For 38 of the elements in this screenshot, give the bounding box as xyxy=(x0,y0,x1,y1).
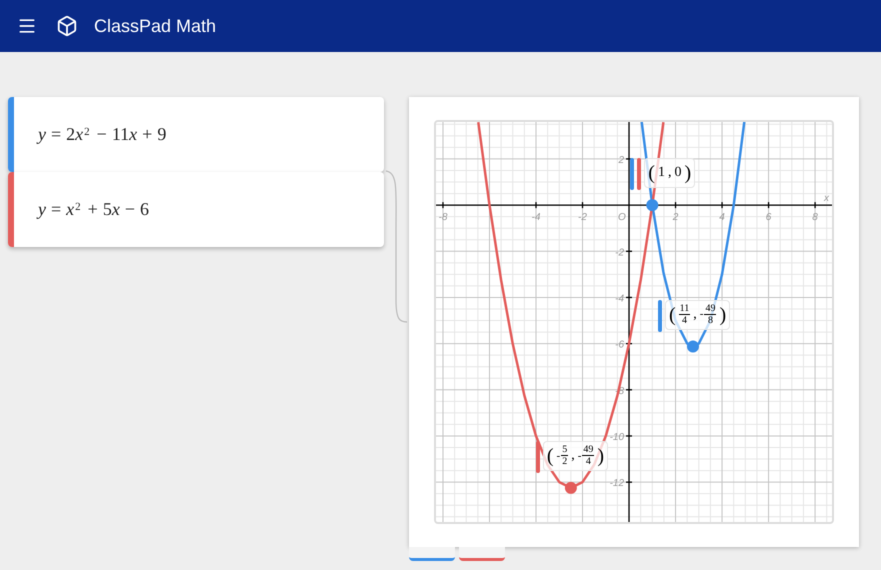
x-tick-label: 2 xyxy=(672,212,678,224)
equation-card[interactable]: y = 2x$^{2}$ − 11x + 9 xyxy=(8,97,384,172)
x-tick-label: -4 xyxy=(532,212,540,224)
y-tick-label: -10 xyxy=(610,432,624,443)
coordinate-value: 1 xyxy=(658,166,665,180)
app-title: ClassPad Math xyxy=(94,14,216,38)
bracket: ) xyxy=(597,446,604,466)
y-tick-label: -12 xyxy=(610,478,624,490)
x-tick-label: -8 xyxy=(438,212,448,224)
graph-tab[interactable] xyxy=(409,547,455,561)
bracket: ( xyxy=(648,163,655,184)
x-tick-label: 4 xyxy=(719,212,725,224)
bracket: ) xyxy=(684,163,692,184)
y-tick-label: 2 xyxy=(618,154,624,166)
point-marker[interactable] xyxy=(564,482,577,494)
y-tick-label: -4 xyxy=(615,293,624,304)
fraction: 11 4 xyxy=(678,304,690,326)
point-marker[interactable] xyxy=(686,340,699,352)
equation-card[interactable]: y = x$^{2}$ + 5x − 6 xyxy=(8,172,384,247)
y-tick-label: -6 xyxy=(615,340,624,351)
bracket: ( xyxy=(546,446,554,466)
comma-separator: , xyxy=(668,166,672,180)
x-axis-label: x xyxy=(824,193,829,204)
equation-text: y = x$^{2}$ + 5x − 6 xyxy=(38,198,149,221)
x-tick-label: 6 xyxy=(766,212,772,224)
equation-text: y = 2x$^{2}$ − 11x + 9 xyxy=(38,123,166,146)
y-tick-label: -2 xyxy=(615,247,624,258)
point-marker[interactable] xyxy=(646,199,658,212)
comma-separator: , xyxy=(693,308,697,322)
cube-logo-icon xyxy=(56,15,78,37)
bracket: ( xyxy=(668,304,676,324)
origin-label: O xyxy=(618,212,626,224)
coordinate-value: 0 xyxy=(674,166,682,180)
bracket: ) xyxy=(719,304,726,324)
x-tick-label: -2 xyxy=(578,212,587,224)
x-tick-label: 8 xyxy=(812,212,818,224)
graph-tab[interactable] xyxy=(459,547,505,561)
comma-separator: , xyxy=(571,448,575,463)
